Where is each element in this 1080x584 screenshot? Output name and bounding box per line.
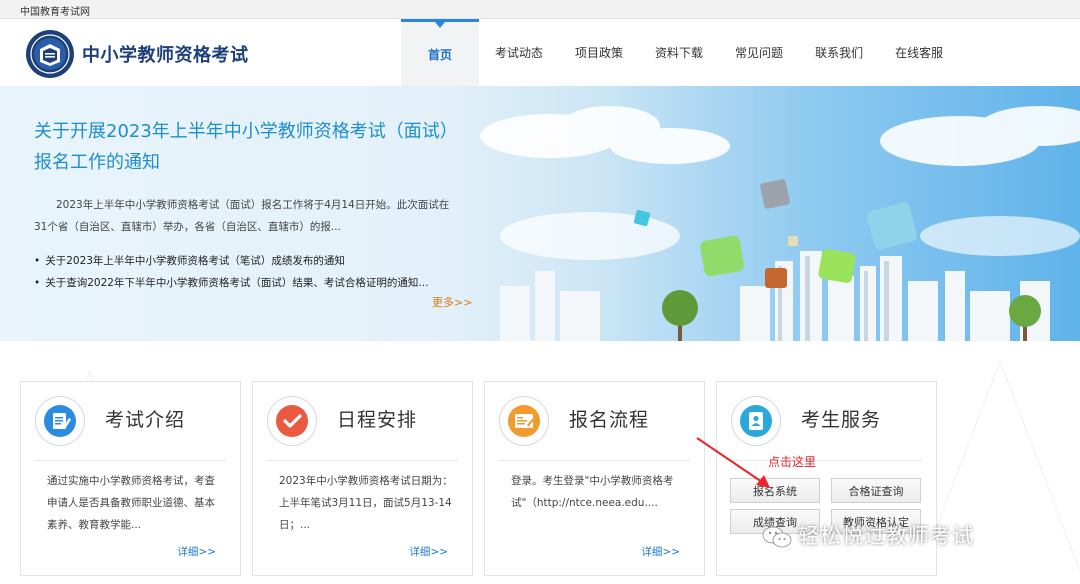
nav-exam-news[interactable]: 考试动态 [479,19,559,86]
site-network-label[interactable]: 中国教育考试网 [20,3,90,18]
card-description: 2023年中小学教师资格考试日期为：上半年笔试3月11日，面试5月13-14日；… [279,475,453,531]
nav-label: 项目政策 [575,46,624,60]
nav-policy[interactable]: 项目政策 [559,19,639,86]
nav-label: 联系我们 [815,46,864,60]
card-exam-intro: 考试介绍 通过实施中小学教师资格考试，考查申请人是否具备教师职业道德、基本素养、… [20,381,241,576]
card-registration-process: 报名流程 登录。考生登录"中小学教师资格考试"（http://ntce.neea… [484,381,705,576]
nav-home[interactable]: 首页 [401,19,479,86]
logo-emblem-icon[interactable] [25,29,75,79]
registration-system-button[interactable]: 报名系统 [730,478,820,503]
main-nav: 首页 考试动态 项目政策 资料下载 常见问题 联系我们 在线客服 [401,19,959,86]
certificate-query-button[interactable]: 合格证查询 [831,478,921,503]
nav-online-service[interactable]: 在线客服 [879,19,959,86]
nav-label: 首页 [427,47,452,62]
card-detail-link[interactable]: 详细>> [641,544,680,559]
divider [731,460,922,461]
nav-label: 考试动态 [495,46,544,60]
card-title: 日程安排 [337,409,418,431]
nav-label: 在线客服 [895,46,944,60]
news-list: 关于2023年上半年中小学教师资格考试（笔试）成绩发布的通知 关于查询2022年… [34,250,454,294]
news-list-item[interactable]: 关于查询2022年下半年中小学教师资格考试（面试）结果、考试合格证明的通知... [34,272,454,294]
headline-news-title[interactable]: 关于开展2023年上半年中小学教师资格考试（面试）报名工作的通知 [34,116,454,178]
nav-label: 资料下载 [655,46,704,60]
top-strip: 中国教育考试网 [0,0,1080,19]
registration-form-icon [499,396,549,446]
nav-contact[interactable]: 联系我们 [799,19,879,86]
nav-faq[interactable]: 常见问题 [719,19,799,86]
hero-banner: 关于开展2023年上半年中小学教师资格考试（面试）报名工作的通知 2023年上半… [0,86,1080,341]
checkmark-icon [267,396,317,446]
card-title: 考生服务 [801,409,882,431]
card-title: 报名流程 [569,409,650,431]
watermark-text: 轻松悦过教师考试 [798,524,974,548]
active-caret-icon [435,22,445,28]
header: 中小学教师资格考试 首页 考试动态 项目政策 资料下载 常见问题 联系我们 在线… [0,19,1080,86]
card-detail-link[interactable]: 详细>> [409,544,448,559]
site-title[interactable]: 中小学教师资格考试 [82,41,249,67]
divider [499,460,690,461]
divider [35,460,226,461]
exam-intro-icon [35,396,85,446]
headline-news-summary: 2023年上半年中小学教师资格考试（面试）报名工作将于4月14日开始。此次面试在… [34,199,450,233]
news-list-item[interactable]: 关于2023年上半年中小学教师资格考试（笔试）成绩发布的通知 [34,250,454,272]
contacts-icon [731,396,781,446]
click-here-annotation: 点击这里 [768,455,817,469]
nav-label: 常见问题 [735,46,784,60]
card-description: 登录。考生登录"中小学教师资格考试"（http://ntce.neea.edu.… [511,475,674,509]
card-detail-link[interactable]: 详细>> [177,544,216,559]
city-skyline-illustration [480,106,1080,341]
card-description: 通过实施中小学教师资格考试，考查申请人是否具备教师职业道德、基本素养、教育教学能… [47,475,215,531]
card-title: 考试介绍 [105,409,186,431]
more-news-link[interactable]: 更多>> [432,294,472,310]
divider [267,460,458,461]
card-schedule: 日程安排 2023年中小学教师资格考试日期为：上半年笔试3月11日，面试5月13… [252,381,473,576]
wechat-icon [762,526,792,548]
nav-downloads[interactable]: 资料下载 [639,19,719,86]
